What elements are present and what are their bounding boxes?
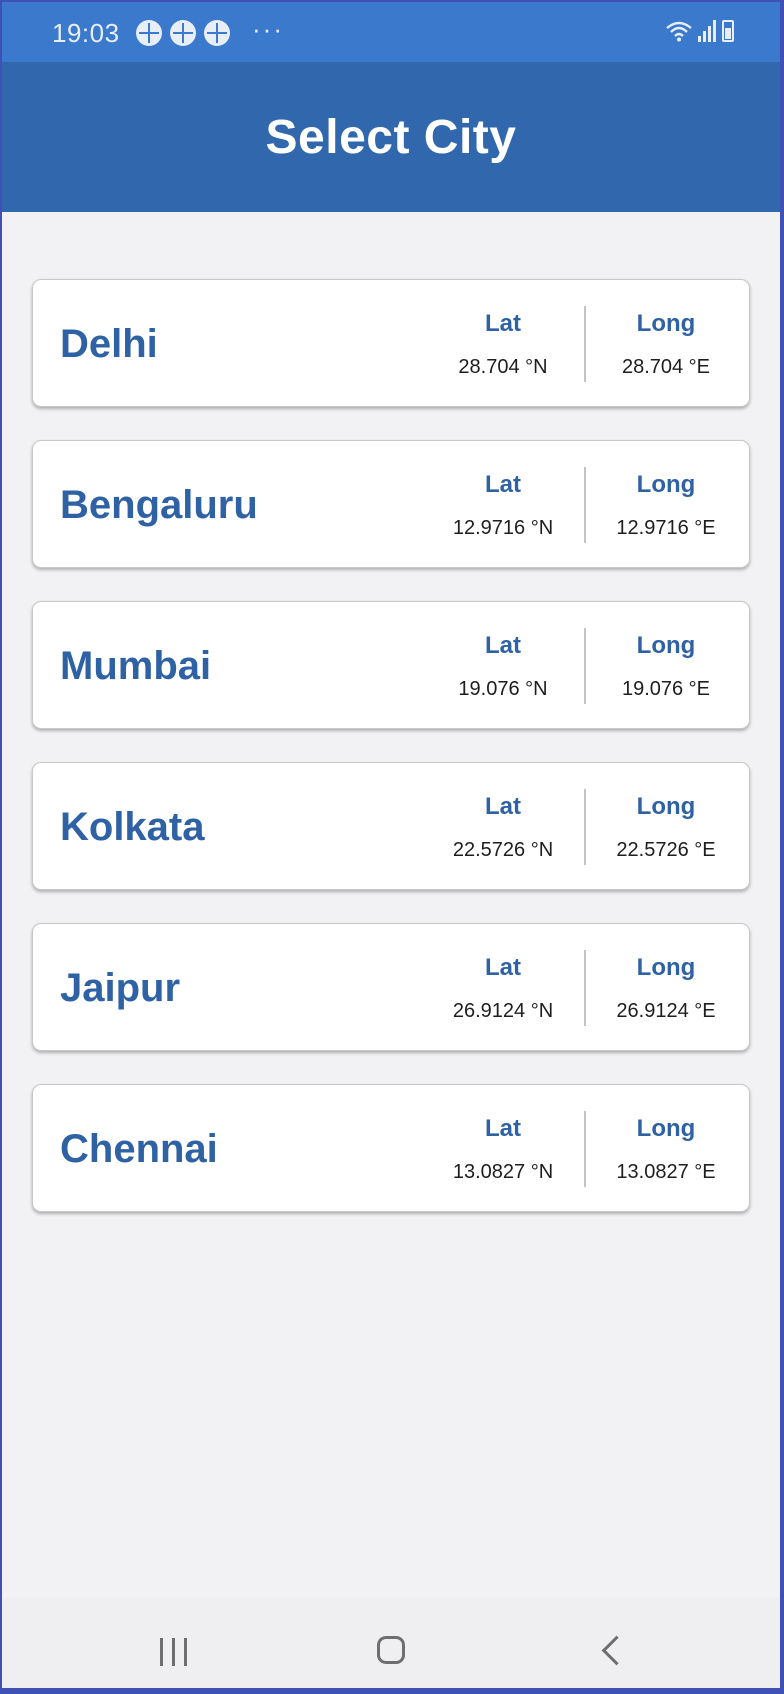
column-divider: [584, 628, 586, 704]
status-right-icons: [666, 20, 734, 42]
latitude-value: 12.9716 °N: [452, 517, 554, 539]
signal-icon: [698, 20, 716, 42]
longitude-label: Long: [636, 471, 696, 498]
longitude-column: Long 19.076 °E: [596, 602, 736, 730]
longitude-column: Long 13.0827 °E: [596, 1085, 736, 1213]
latitude-value: 22.5726 °N: [452, 839, 554, 861]
city-card-jaipur[interactable]: Jaipur Lat 26.9124 °N Long 26.9124 °E: [32, 923, 750, 1051]
latitude-label: Lat: [485, 793, 521, 820]
system-nav-bar: [2, 1598, 780, 1688]
latitude-label: Lat: [485, 310, 521, 337]
recents-icon[interactable]: [160, 1638, 187, 1666]
latitude-column: Lat 19.076 °N: [433, 602, 573, 730]
city-name: Kolkata: [60, 804, 205, 849]
city-card-delhi[interactable]: Delhi Lat 28.704 °N Long 28.704 °E: [32, 279, 750, 407]
column-divider: [584, 467, 586, 543]
latitude-column: Lat 26.9124 °N: [433, 924, 573, 1052]
latitude-label: Lat: [485, 471, 521, 498]
latitude-label: Lat: [485, 1115, 521, 1142]
battery-icon: [722, 20, 734, 42]
latitude-column: Lat 22.5726 °N: [433, 763, 573, 891]
city-card-chennai[interactable]: Chennai Lat 13.0827 °N Long 13.0827 °E: [32, 1084, 750, 1212]
back-icon[interactable]: [601, 1635, 632, 1666]
wifi-icon: [666, 21, 692, 42]
app-screen: 19:03 ··· Select City Delhi Lat 28.704 °…: [2, 2, 780, 1688]
status-bar: 19:03 ···: [2, 2, 780, 62]
status-time: 19:03: [52, 18, 120, 48]
longitude-column: Long 26.9124 °E: [596, 924, 736, 1052]
more-notifications-icon: ···: [252, 14, 284, 44]
longitude-column: Long 22.5726 °E: [596, 763, 736, 891]
longitude-value: 28.704 °E: [621, 356, 711, 378]
city-name: Bengaluru: [60, 482, 258, 527]
home-icon[interactable]: [377, 1636, 405, 1664]
city-name: Delhi: [60, 321, 158, 366]
column-divider: [584, 950, 586, 1026]
longitude-value: 12.9716 °E: [616, 517, 716, 539]
page-title: Select City: [265, 110, 517, 164]
longitude-value: 19.076 °E: [621, 678, 711, 700]
latitude-column: Lat 13.0827 °N: [433, 1085, 573, 1213]
column-divider: [584, 306, 586, 382]
longitude-column: Long 28.704 °E: [596, 280, 736, 408]
longitude-label: Long: [636, 632, 696, 659]
longitude-value: 22.5726 °E: [616, 839, 716, 861]
app-notification-icon: [204, 20, 230, 46]
city-card-mumbai[interactable]: Mumbai Lat 19.076 °N Long 19.076 °E: [32, 601, 750, 729]
latitude-value: 26.9124 °N: [452, 1000, 554, 1022]
latitude-label: Lat: [485, 632, 521, 659]
latitude-value: 19.076 °N: [458, 678, 548, 700]
column-divider: [584, 1111, 586, 1187]
city-name: Jaipur: [60, 965, 181, 1010]
latitude-value: 13.0827 °N: [452, 1161, 554, 1183]
longitude-value: 26.9124 °E: [616, 1000, 716, 1022]
app-notification-icon: [136, 20, 162, 46]
city-name: Mumbai: [60, 643, 212, 688]
latitude-column: Lat 28.704 °N: [433, 280, 573, 408]
latitude-column: Lat 12.9716 °N: [433, 441, 573, 569]
app-bar: Select City: [2, 62, 780, 212]
column-divider: [584, 789, 586, 865]
city-list: Delhi Lat 28.704 °N Long 28.704 °E Benga…: [32, 279, 754, 1245]
notification-icons: [136, 20, 230, 46]
latitude-value: 28.704 °N: [458, 356, 548, 378]
longitude-column: Long 12.9716 °E: [596, 441, 736, 569]
city-card-bengaluru[interactable]: Bengaluru Lat 12.9716 °N Long 12.9716 °E: [32, 440, 750, 568]
longitude-label: Long: [636, 793, 696, 820]
longitude-label: Long: [636, 310, 696, 337]
longitude-label: Long: [636, 1115, 696, 1142]
longitude-label: Long: [636, 954, 696, 981]
longitude-value: 13.0827 °E: [616, 1161, 716, 1183]
latitude-label: Lat: [485, 954, 521, 981]
city-name: Chennai: [60, 1126, 218, 1171]
app-notification-icon: [170, 20, 196, 46]
city-card-kolkata[interactable]: Kolkata Lat 22.5726 °N Long 22.5726 °E: [32, 762, 750, 890]
